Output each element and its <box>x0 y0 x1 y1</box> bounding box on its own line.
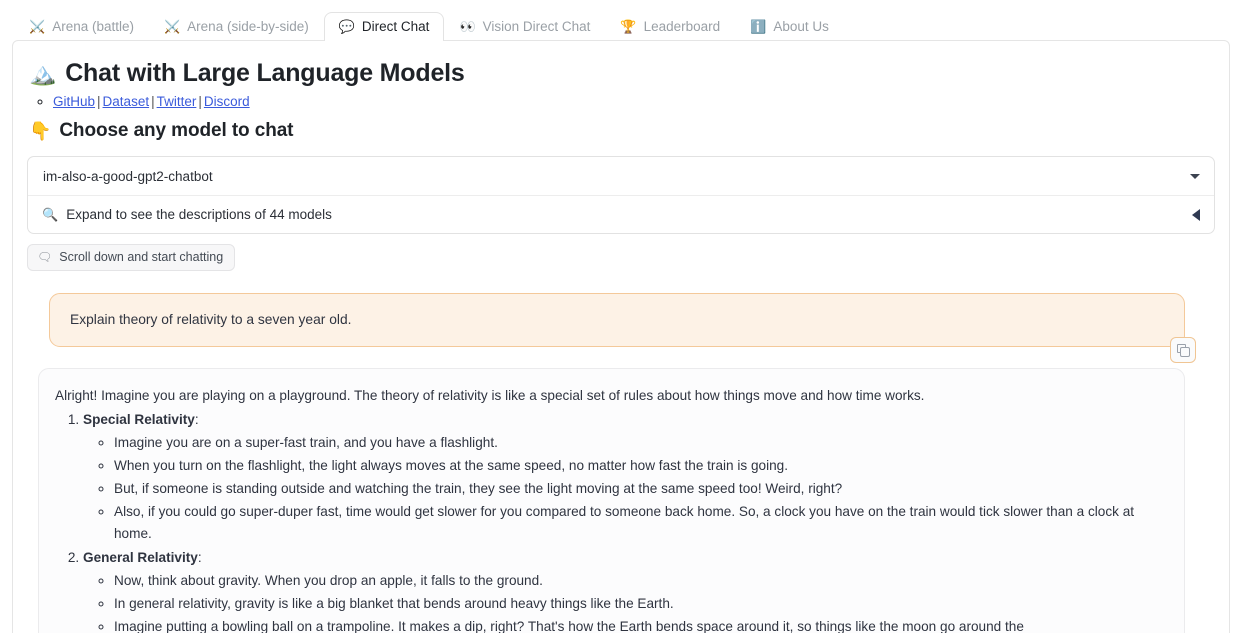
page-title: 🏔️ Chat with Large Language Models <box>29 59 1215 88</box>
dataset-link[interactable]: Dataset <box>103 94 150 109</box>
section-subtitle: 👇 Choose any model to chat <box>29 120 1215 142</box>
model-descriptions-accordion[interactable]: 🔍 Expand to see the descriptions of 44 m… <box>28 195 1214 233</box>
magnifying-glass-icon: 🔍 <box>42 207 58 223</box>
snow-capped-mountain-icon: 🏔️ <box>29 61 56 87</box>
list-item: Now, think about gravity. When you drop … <box>114 570 1164 592</box>
tab-label: Direct Chat <box>362 20 430 34</box>
list-item: General Relativity: Now, think about gra… <box>83 547 1164 633</box>
triangle-left-icon[interactable] <box>1192 209 1200 221</box>
link-separator: | <box>95 94 103 109</box>
chevron-down-icon[interactable] <box>1190 174 1200 179</box>
tab-arena-side-by-side[interactable]: ⚔️ Arena (side-by-side) <box>149 12 324 42</box>
tab-direct-chat[interactable]: 💬 Direct Chat <box>324 12 445 42</box>
eyes-icon: 👀 <box>459 20 475 33</box>
list-item: Special Relativity: Imagine you are on a… <box>83 409 1164 545</box>
discord-link[interactable]: Discord <box>204 94 250 109</box>
link-separator: | <box>149 94 157 109</box>
list-item: GitHub|Dataset|Twitter|Discord <box>53 94 1215 109</box>
section-point-list: Imagine you are on a super-fast train, a… <box>83 432 1164 545</box>
tab-vision-direct-chat[interactable]: 👀 Vision Direct Chat <box>444 12 605 42</box>
section-punct: : <box>195 412 199 427</box>
section-name: Special Relativity <box>83 412 195 427</box>
chat-transcript: Explain theory of relativity to a seven … <box>27 293 1215 633</box>
copy-icon <box>1177 344 1190 357</box>
section-punct: : <box>198 550 202 565</box>
tab-about-us[interactable]: ℹ️ About Us <box>735 12 844 42</box>
crossed-swords-icon: ⚔️ <box>29 20 45 33</box>
trophy-icon: 🏆 <box>620 20 636 33</box>
model-dropdown-value: im-also-a-good-gpt2-chatbot <box>43 169 213 184</box>
accordion-label: Expand to see the descriptions of 44 mod… <box>66 207 332 222</box>
list-item: When you turn on the flashlight, the lig… <box>114 455 1164 477</box>
section-point-list: Now, think about gravity. When you drop … <box>83 570 1164 633</box>
tab-label: About Us <box>773 20 829 34</box>
list-item: Also, if you could go super-duper fast, … <box>114 501 1164 545</box>
tab-label: Arena (battle) <box>52 20 134 34</box>
info-icon: ℹ️ <box>750 20 766 33</box>
scroll-down-hint-button[interactable]: 🗨 Scroll down and start chatting <box>27 244 235 271</box>
model-dropdown[interactable]: im-also-a-good-gpt2-chatbot <box>28 157 1214 195</box>
twitter-link[interactable]: Twitter <box>157 94 197 109</box>
user-message-text: Explain theory of relativity to a seven … <box>70 312 351 327</box>
page-title-text: Chat with Large Language Models <box>65 59 464 88</box>
assistant-intro-text: Alright! Imagine you are playing on a pl… <box>55 385 1164 407</box>
tab-label: Arena (side-by-side) <box>187 20 309 34</box>
section-subtitle-text: Choose any model to chat <box>59 120 293 142</box>
user-message: Explain theory of relativity to a seven … <box>49 293 1185 347</box>
list-item: In general relativity, gravity is like a… <box>114 593 1164 615</box>
chat-bubble-icon: 🗨 <box>37 250 52 264</box>
model-selector-group: im-also-a-good-gpt2-chatbot 🔍 Expand to … <box>27 156 1215 234</box>
tab-label: Vision Direct Chat <box>483 20 591 34</box>
link-separator: | <box>196 94 204 109</box>
section-name: General Relativity <box>83 550 198 565</box>
main-panel: 🏔️ Chat with Large Language Models GitHu… <box>12 40 1230 633</box>
copy-button[interactable] <box>1170 337 1196 363</box>
tab-leaderboard[interactable]: 🏆 Leaderboard <box>605 12 735 42</box>
scroll-hint-label: Scroll down and start chatting <box>59 250 223 264</box>
pointing-down-hand-icon: 👇 <box>29 121 51 142</box>
assistant-section-list: Special Relativity: Imagine you are on a… <box>55 409 1164 633</box>
list-item: But, if someone is standing outside and … <box>114 478 1164 500</box>
tab-label: Leaderboard <box>644 20 721 34</box>
list-item: Imagine you are on a super-fast train, a… <box>114 432 1164 454</box>
header-link-list: GitHub|Dataset|Twitter|Discord <box>27 94 1215 109</box>
crossed-swords-icon: ⚔️ <box>164 20 180 33</box>
speech-balloon-icon: 💬 <box>339 20 355 33</box>
list-item: Imagine putting a bowling ball on a tram… <box>114 616 1164 633</box>
github-link[interactable]: GitHub <box>53 94 95 109</box>
tab-bar: ⚔️ Arena (battle) ⚔️ Arena (side-by-side… <box>0 0 1243 40</box>
tab-arena-battle[interactable]: ⚔️ Arena (battle) <box>14 12 149 42</box>
assistant-message: Alright! Imagine you are playing on a pl… <box>38 368 1185 633</box>
